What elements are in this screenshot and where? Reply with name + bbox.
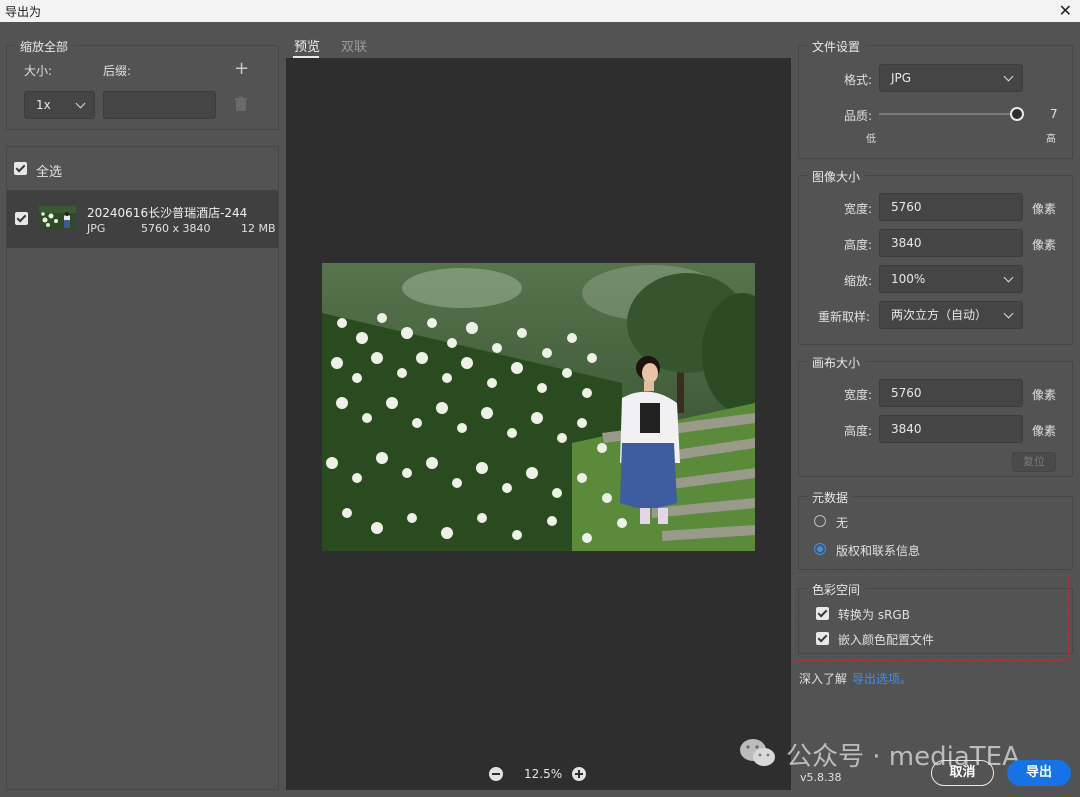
quality-high-label: 高 [1046,134,1056,145]
zoom-in-icon[interactable] [572,767,586,781]
canvas-width-label: 宽度: [844,388,873,402]
size-select[interactable]: 1x [24,91,95,119]
cancel-button[interactable]: 取消 [931,760,994,786]
quality-value: 7 [1050,107,1058,121]
asset-name: 20240616长沙普瑞酒店-244 [87,206,248,220]
canvas-size-legend: 画布大小 [807,354,866,371]
image-height-unit: 像素 [1032,238,1057,252]
asset-thumbnail [39,206,76,230]
export-button[interactable]: 导出 [1007,760,1071,786]
suffix-label: 后缀: [103,64,132,78]
asset-dimensions: 5760 x 3840 [141,222,211,235]
image-width-input[interactable]: 5760 [879,193,1023,221]
scale-label: 缩放: [844,274,873,288]
asset-filesize: 12 MB [241,222,276,235]
tab-artboard[interactable]: 双联 [341,36,367,55]
metadata-copyright-label: 版权和联系信息 [836,544,921,558]
canvas-width-unit: 像素 [1032,388,1057,402]
export-options-link[interactable]: 导出选项。 [852,670,912,687]
asset-checkbox[interactable] [15,212,28,225]
trash-icon[interactable] [233,96,249,112]
chevron-down-icon [1003,272,1014,283]
quality-slider[interactable] [879,106,1024,122]
scale-select-value: 100% [891,272,926,286]
chevron-down-icon [1003,308,1014,319]
format-select[interactable]: JPG [879,64,1023,92]
zoom-out-icon[interactable] [489,767,503,781]
metadata-copyright-radio[interactable] [814,543,826,555]
canvas-height-value: 3840 [891,422,922,436]
tab-preview[interactable]: 预览 [294,36,320,55]
chevron-down-icon [1003,71,1014,82]
close-icon[interactable]: ✕ [1059,1,1072,20]
canvas-width-input[interactable]: 5760 [879,379,1023,407]
canvas-width-value: 5760 [891,386,922,400]
title-bar: 导出为 ✕ [0,0,1080,22]
reset-button[interactable]: 复位 [1012,452,1056,472]
image-height-label: 高度: [844,238,873,252]
image-width-value: 5760 [891,200,922,214]
image-width-unit: 像素 [1032,202,1057,216]
resample-select[interactable]: 两次立方（自动） [879,301,1023,329]
quality-slider-track [879,113,1024,115]
asset-list-item[interactable]: 20240616长沙普瑞酒店-244 JPG 5760 x 3840 12 MB [7,190,278,248]
image-size-legend: 图像大小 [807,168,866,185]
cancel-button-label: 取消 [949,765,976,780]
image-width-label: 宽度: [844,202,873,216]
chevron-down-icon [75,98,86,109]
quality-label: 品质: [844,109,873,123]
metadata-legend: 元数据 [807,489,854,506]
scale-all-legend: 缩放全部 [15,38,74,55]
canvas-height-unit: 像素 [1032,424,1057,438]
size-label: 大小: [24,64,53,78]
image-height-value: 3840 [891,236,922,250]
format-select-value: JPG [891,71,912,85]
quality-low-label: 低 [866,134,876,145]
file-settings-panel: 文件设置 [798,38,1073,159]
canvas-height-input[interactable]: 3840 [879,415,1023,443]
highlight-box [793,575,1069,661]
wechat-icon [738,737,778,769]
size-select-value: 1x [36,98,51,112]
resample-select-value: 两次立方（自动） [891,308,988,322]
suffix-input[interactable] [103,91,216,119]
zoom-level: 12.5% [524,767,563,781]
add-scale-icon[interactable]: + [234,58,249,79]
format-label: 格式: [844,73,873,87]
version-label: v5.8.38 [800,771,842,784]
select-all-label: 全选 [36,165,63,180]
export-button-label: 导出 [1025,765,1052,780]
select-all-checkbox[interactable] [14,162,27,175]
quality-slider-thumb[interactable] [1010,107,1024,121]
image-height-input[interactable]: 3840 [879,229,1023,257]
window-title: 导出为 [5,5,42,19]
preview-image [322,263,755,551]
learn-more-text: 深入了解 [799,672,848,686]
metadata-none-radio[interactable] [814,515,826,527]
scale-select[interactable]: 100% [879,265,1023,293]
reset-button-label: 复位 [1023,455,1045,468]
resample-label: 重新取样: [818,310,871,324]
asset-format: JPG [87,222,106,235]
metadata-none-label: 无 [836,516,849,530]
file-settings-legend: 文件设置 [807,38,866,55]
canvas-height-label: 高度: [844,424,873,438]
